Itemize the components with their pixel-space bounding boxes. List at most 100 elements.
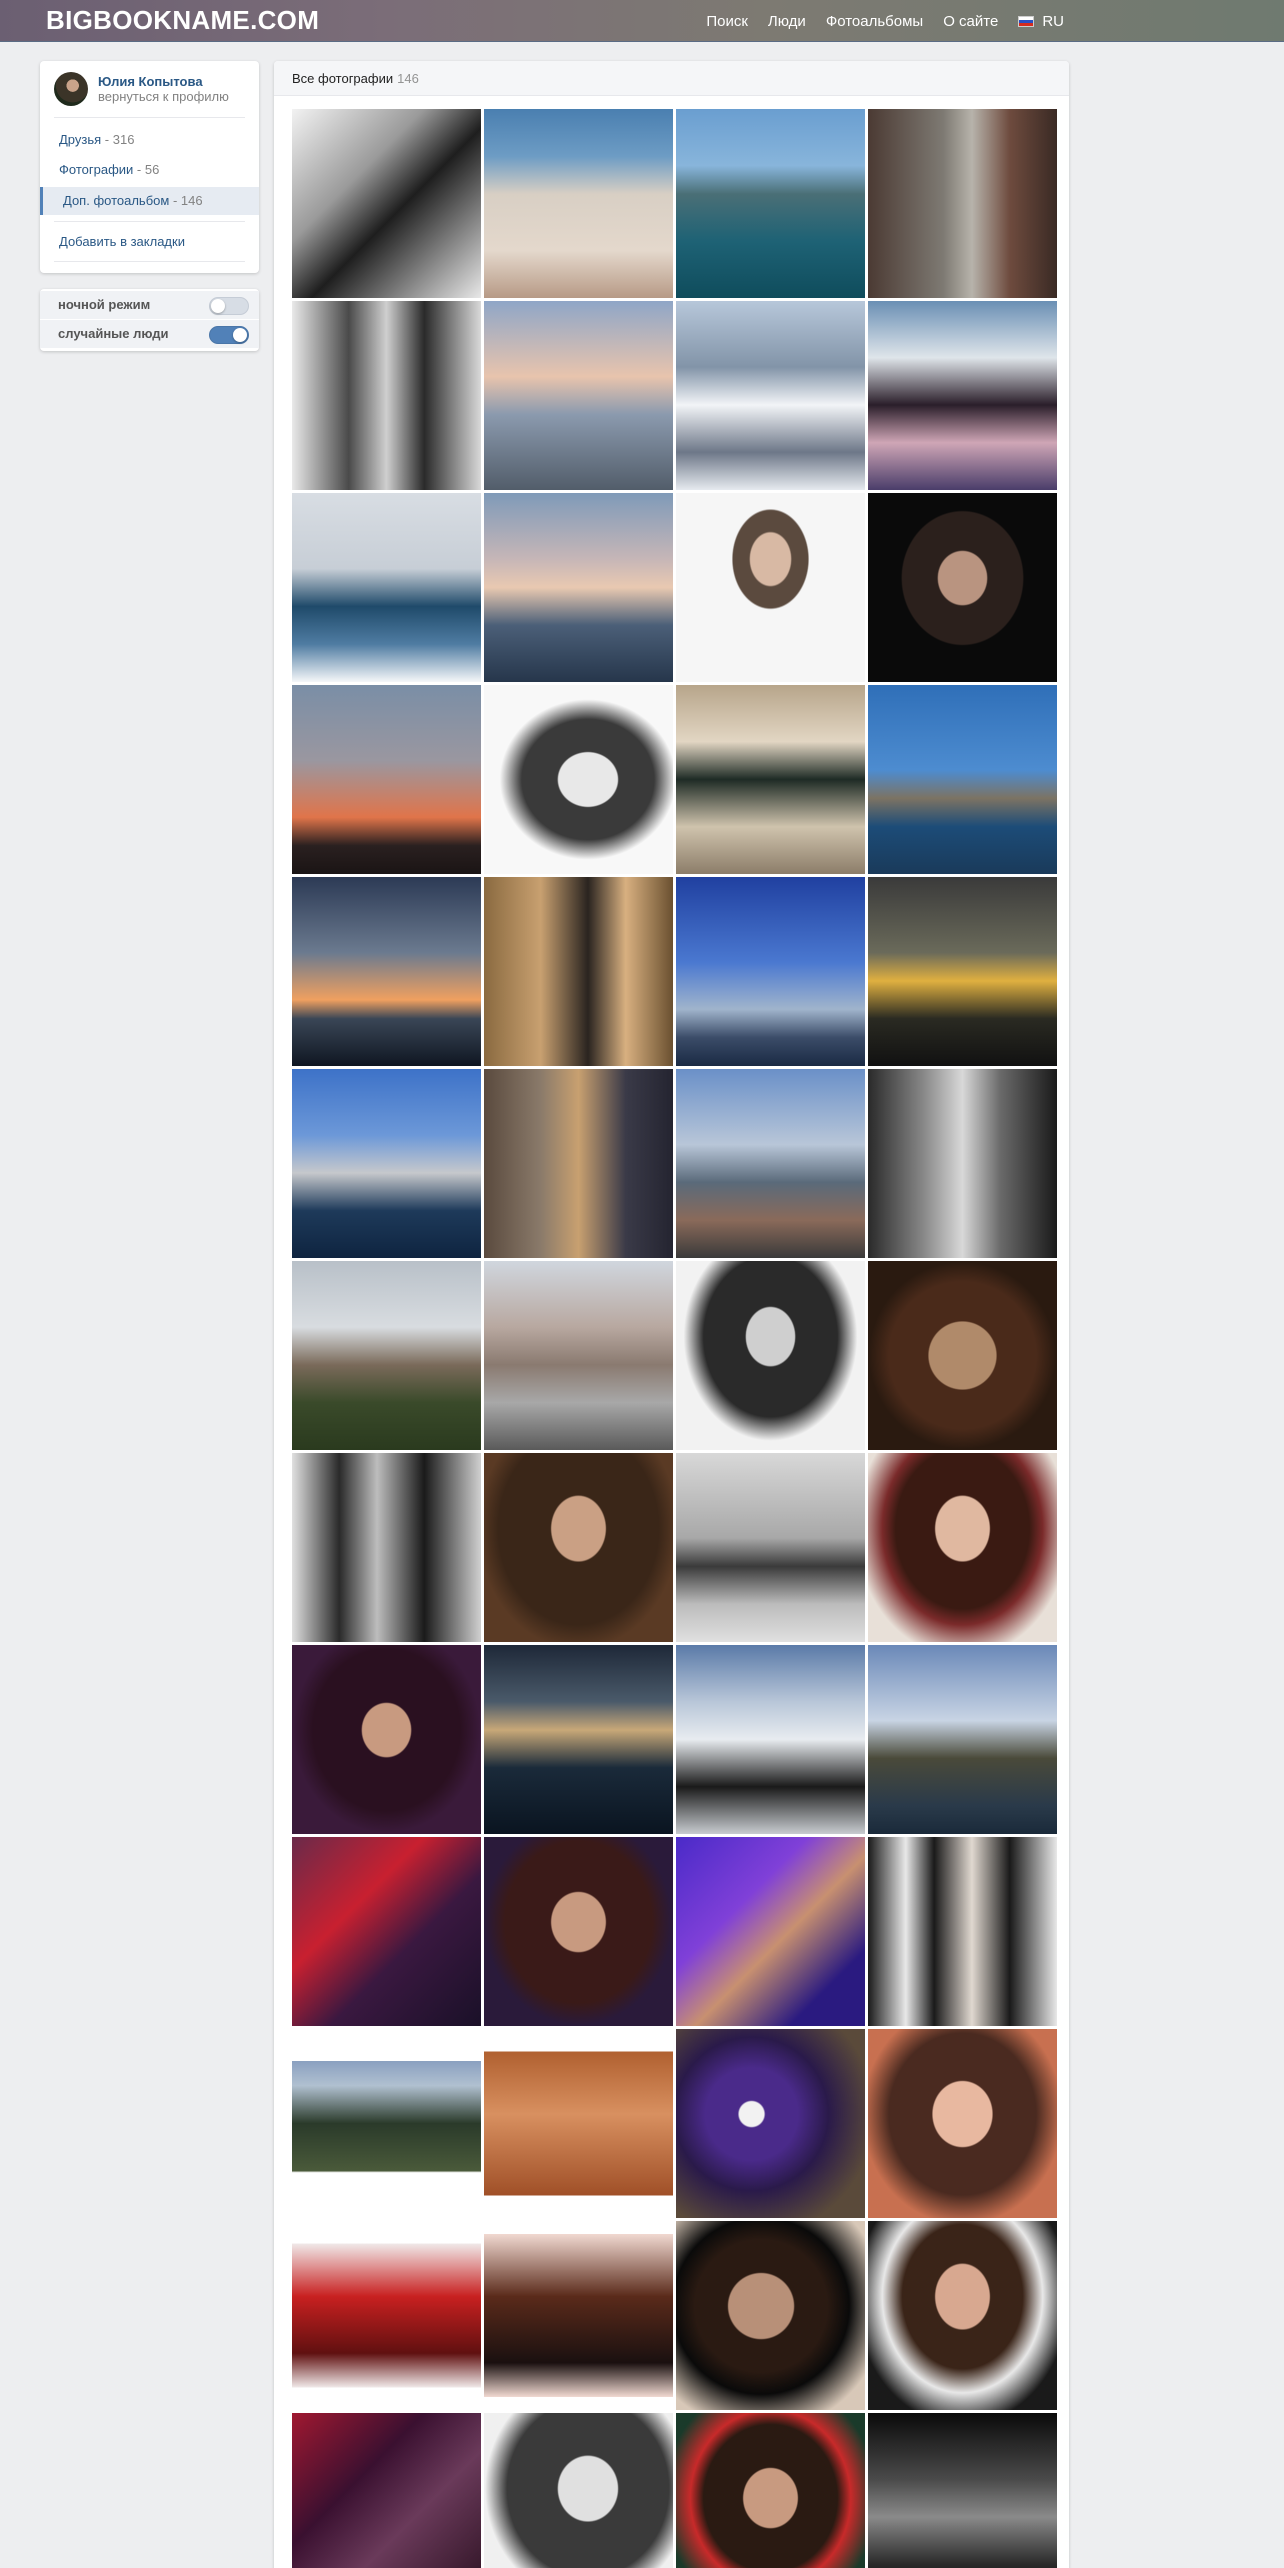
photo-thumbnail[interactable] [292,1069,481,1258]
photo-image [484,1261,673,1450]
photo-thumbnail[interactable] [676,2413,865,2568]
photo-image [484,109,673,298]
photo-image [292,1453,481,1642]
photo-thumbnail[interactable] [676,301,865,490]
photo-thumbnail[interactable] [676,1645,865,1834]
menu-item-photos[interactable]: Фотографии - 56 [40,156,259,184]
photo-thumbnail[interactable] [484,1453,673,1642]
photo-thumbnail[interactable] [292,877,481,1066]
photo-image [292,685,481,874]
photo-thumbnail[interactable] [676,1453,865,1642]
photo-image [868,2221,1057,2410]
site-header: BIGBOOKNAME.COM Поиск Люди Фотоальбомы О… [0,0,1284,42]
photo-thumbnail[interactable] [676,2029,865,2218]
album-title[interactable]: Все фотографии [292,71,393,86]
random-people-label: случайные люди [58,326,169,341]
language-label: RU [1042,13,1064,30]
photo-image [676,1837,865,2026]
photo-image [484,493,673,682]
photo-thumbnail[interactable] [484,2413,673,2568]
photo-thumbnail[interactable] [484,1261,673,1450]
photo-thumbnail[interactable] [484,1069,673,1258]
photo-image [484,1837,673,2026]
photo-thumbnail[interactable] [484,301,673,490]
photo-image [868,685,1057,874]
photo-thumbnail[interactable] [292,109,481,298]
photo-thumbnail[interactable] [484,685,673,874]
photo-thumbnail[interactable] [292,2221,481,2410]
photo-image [484,2029,673,2218]
profile-name[interactable]: Юлия Копытова [98,74,203,89]
photo-thumbnail[interactable] [676,1837,865,2026]
avatar[interactable] [54,72,88,106]
nav-albums[interactable]: Фотоальбомы [826,13,923,30]
photo-image [676,1453,865,1642]
photo-thumbnail[interactable] [868,877,1057,1066]
photo-thumbnail[interactable] [484,493,673,682]
photo-thumbnail[interactable] [676,2221,865,2410]
photo-thumbnail[interactable] [868,1453,1057,1642]
photo-image [676,109,865,298]
photo-image [868,1453,1057,1642]
site-logo[interactable]: BIGBOOKNAME.COM [46,5,319,36]
nav-search[interactable]: Поиск [706,13,748,30]
photo-thumbnail[interactable] [292,685,481,874]
photo-image [292,301,481,490]
photo-thumbnail[interactable] [868,1069,1057,1258]
photo-image [676,1069,865,1258]
night-mode-toggle[interactable] [209,297,249,315]
photo-thumbnail[interactable] [868,685,1057,874]
menu-item-count: 316 [112,132,135,147]
photo-thumbnail[interactable] [484,109,673,298]
photo-thumbnail[interactable] [868,2221,1057,2410]
photo-thumbnail[interactable] [292,1453,481,1642]
photo-thumbnail[interactable] [868,1261,1057,1450]
album-count: 146 [397,71,419,86]
photo-image [676,1261,865,1450]
photo-thumbnail[interactable] [676,1069,865,1258]
nav-people[interactable]: Люди [768,13,806,30]
photo-thumbnail[interactable] [676,493,865,682]
profile-card: Юлия Копытова вернуться к профилю Друзья… [40,61,259,273]
photo-thumbnail[interactable] [484,1645,673,1834]
photo-thumbnail[interactable] [484,2029,673,2218]
photo-thumbnail[interactable] [676,1261,865,1450]
photo-thumbnail[interactable] [868,2413,1057,2568]
photo-thumbnail[interactable] [292,493,481,682]
photo-image [868,1261,1057,1450]
nav-about[interactable]: О сайте [943,13,998,30]
menu-item-label: Друзья [59,132,102,147]
photo-image [484,2221,673,2410]
photo-image [868,1837,1057,2026]
photo-thumbnail[interactable] [484,2221,673,2410]
photo-thumbnail[interactable] [292,301,481,490]
photo-thumbnail[interactable] [676,685,865,874]
photo-thumbnail[interactable] [484,877,673,1066]
photo-thumbnail[interactable] [868,1837,1057,2026]
photo-image [292,2029,481,2218]
photo-thumbnail[interactable] [868,301,1057,490]
add-bookmark-link[interactable]: Добавить в закладки [40,228,259,256]
photo-thumbnail[interactable] [292,2029,481,2218]
photo-image [676,1645,865,1834]
divider [54,117,245,118]
photo-thumbnail[interactable] [868,493,1057,682]
photo-thumbnail[interactable] [868,109,1057,298]
language-switcher[interactable]: RU [1018,13,1064,30]
photo-thumbnail[interactable] [292,2413,481,2568]
photo-image [484,1645,673,1834]
menu-item-friends[interactable]: Друзья - 316 [40,126,259,154]
photo-image [868,1069,1057,1258]
photo-thumbnail[interactable] [484,1837,673,2026]
photo-thumbnail[interactable] [676,877,865,1066]
photo-thumbnail[interactable] [292,1261,481,1450]
random-people-toggle[interactable] [209,326,249,344]
photo-thumbnail[interactable] [868,2029,1057,2218]
back-to-profile-link[interactable]: вернуться к профилю [98,89,229,104]
menu-item-extra-album[interactable]: Доп. фотоальбом - 146 [40,187,259,215]
photo-thumbnail[interactable] [676,109,865,298]
photo-thumbnail[interactable] [868,1645,1057,1834]
photo-thumbnail[interactable] [292,1645,481,1834]
photo-image [676,301,865,490]
photo-thumbnail[interactable] [292,1837,481,2026]
